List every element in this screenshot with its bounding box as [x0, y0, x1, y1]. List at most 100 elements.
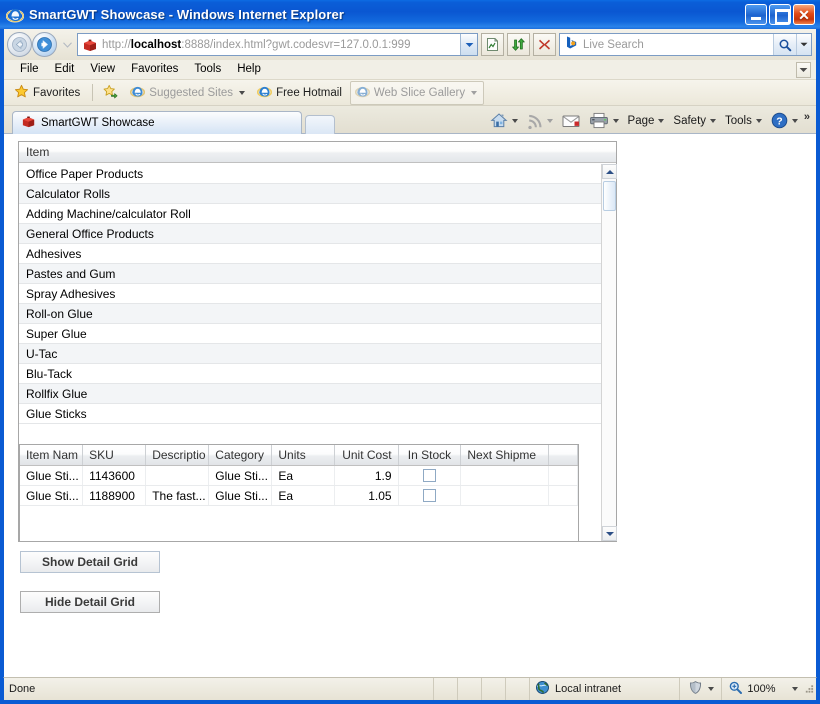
security-zone[interactable]: Local intranet: [530, 678, 680, 700]
table-row[interactable]: Adhesives: [19, 244, 601, 264]
maximize-button[interactable]: [769, 4, 791, 25]
grid-body: Office Paper Products Calculator Rolls A…: [19, 164, 601, 541]
cell-category: Glue Sti...: [209, 486, 273, 505]
stop-button[interactable]: [533, 33, 556, 56]
triangle-down-icon: [605, 531, 614, 536]
column-header-next-shipment[interactable]: Next Shipme: [461, 445, 550, 465]
menu-tools[interactable]: Tools: [186, 61, 229, 78]
navigation-bar: http://localhost:8888/index.html?gwt.cod…: [4, 29, 816, 60]
in-stock-checkbox[interactable]: [422, 469, 436, 482]
table-row[interactable]: Roll-on Glue: [19, 304, 601, 324]
menu-help[interactable]: Help: [229, 61, 269, 78]
column-header-category[interactable]: Category: [209, 445, 273, 465]
add-to-favorites-icon: [103, 84, 118, 102]
minimize-button[interactable]: [745, 4, 767, 25]
address-bar[interactable]: http://localhost:8888/index.html?gwt.cod…: [77, 33, 478, 56]
home-button[interactable]: [487, 110, 521, 131]
address-host: localhost: [130, 38, 182, 51]
menu-favorites[interactable]: Favorites: [123, 61, 186, 78]
protected-mode-indicator[interactable]: [680, 678, 722, 700]
table-row[interactable]: Blu-Tack: [19, 364, 601, 384]
search-placeholder: Live Search: [583, 38, 644, 51]
chevron-down-icon: [799, 67, 808, 72]
search-go-button[interactable]: [773, 34, 796, 55]
chevron-down-icon: [62, 41, 72, 48]
print-button[interactable]: [586, 110, 622, 131]
web-slice-gallery-button[interactable]: Web Slice Gallery: [349, 80, 485, 105]
home-icon: [490, 113, 508, 128]
safety-menu[interactable]: Safety: [670, 113, 719, 129]
close-button[interactable]: ✕: [793, 4, 815, 25]
menu-edit[interactable]: Edit: [47, 61, 83, 78]
recent-pages-button[interactable]: [60, 34, 74, 56]
suggested-sites-button[interactable]: Suggested Sites: [126, 82, 251, 104]
table-row[interactable]: Super Glue: [19, 324, 601, 344]
help-icon: ?: [771, 112, 788, 129]
table-row[interactable]: General Office Products: [19, 224, 601, 244]
refresh-button[interactable]: [507, 33, 530, 56]
cell-unit-cost: 1.05: [335, 486, 399, 505]
table-row[interactable]: Spray Adhesives: [19, 284, 601, 304]
status-segment: [434, 678, 458, 700]
column-header-description[interactable]: Descriptio: [146, 445, 210, 465]
table-row[interactable]: Glue Sticks: [19, 404, 601, 424]
chevron-down-icon: [612, 118, 619, 123]
column-header-units[interactable]: Units: [272, 445, 336, 465]
command-bar-overflow-button[interactable]: »: [804, 110, 810, 123]
menu-overflow-button[interactable]: [796, 61, 811, 78]
in-stock-checkbox[interactable]: [422, 489, 436, 502]
favorites-button[interactable]: Favorites: [10, 82, 86, 104]
feeds-button[interactable]: [524, 111, 556, 131]
read-mail-button[interactable]: [559, 112, 583, 130]
free-hotmail-button[interactable]: Free Hotmail: [253, 82, 348, 104]
chevron-down-icon: [471, 90, 478, 95]
table-row[interactable]: Rollfix Glue: [19, 384, 601, 404]
address-dropdown-button[interactable]: [460, 34, 477, 55]
cell-units: Ea: [272, 466, 336, 485]
column-header-sku[interactable]: SKU: [83, 445, 147, 465]
table-row[interactable]: Office Paper Products: [19, 164, 601, 184]
scrollbar-thumb[interactable]: [603, 181, 616, 211]
resize-grip[interactable]: [804, 683, 816, 696]
table-row[interactable]: Calculator Rolls: [19, 184, 601, 204]
tab-smartgwt-showcase[interactable]: SmartGWT Showcase: [12, 111, 302, 134]
resize-grip-icon: [805, 684, 814, 693]
address-scheme: http://: [102, 38, 131, 51]
new-tab-button[interactable]: [305, 115, 335, 134]
forward-button[interactable]: [32, 32, 57, 57]
column-header-item-name[interactable]: Item Nam: [20, 445, 84, 465]
page-menu[interactable]: Page: [625, 113, 668, 129]
menu-overflow-area: [796, 61, 816, 78]
compatibility-view-button[interactable]: [481, 33, 504, 56]
show-detail-grid-button[interactable]: Show Detail Grid: [20, 551, 160, 573]
cell-next-shipment: [461, 466, 550, 485]
search-box[interactable]: Live Search: [559, 33, 812, 56]
search-provider-dropdown[interactable]: [796, 34, 811, 55]
table-row[interactable]: Glue Sti... 1143600 Glue Sti... Ea 1.9: [20, 466, 578, 486]
column-header-item[interactable]: Item: [19, 142, 49, 162]
menu-file[interactable]: File: [12, 61, 47, 78]
menu-view[interactable]: View: [82, 61, 123, 78]
compatibility-view-icon: [487, 38, 498, 51]
help-menu[interactable]: ?: [768, 110, 801, 131]
tools-menu[interactable]: Tools: [722, 113, 765, 129]
hide-detail-grid-button[interactable]: Hide Detail Grid: [20, 591, 160, 613]
scroll-up-button[interactable]: [602, 164, 617, 179]
search-input[interactable]: Live Search: [560, 35, 773, 55]
table-row[interactable]: Glue Sti... 1188900 The fast... Glue Sti…: [20, 486, 578, 506]
zoom-control[interactable]: 100%: [722, 678, 804, 700]
add-to-favorites-bar-button[interactable]: [99, 82, 124, 104]
favorites-bar: Favorites Suggested Sites Free Hotmail W…: [4, 80, 816, 106]
address-text: http://localhost:8888/index.html?gwt.cod…: [102, 39, 460, 51]
grid-vertical-scrollbar[interactable]: [601, 164, 617, 541]
back-button[interactable]: [7, 32, 32, 57]
table-row[interactable]: Adding Machine/calculator Roll: [19, 204, 601, 224]
column-header-in-stock[interactable]: In Stock: [399, 445, 462, 465]
table-row[interactable]: U-Tac: [19, 344, 601, 364]
page-content: Item Office Paper Products Calculator Ro…: [4, 134, 816, 677]
column-header-unit-cost[interactable]: Unit Cost: [335, 445, 399, 465]
table-row[interactable]: Pastes and Gum: [19, 264, 601, 284]
bing-logo-icon: [564, 35, 579, 55]
scroll-down-button[interactable]: [602, 526, 617, 541]
window-controls: ✕: [745, 4, 817, 25]
